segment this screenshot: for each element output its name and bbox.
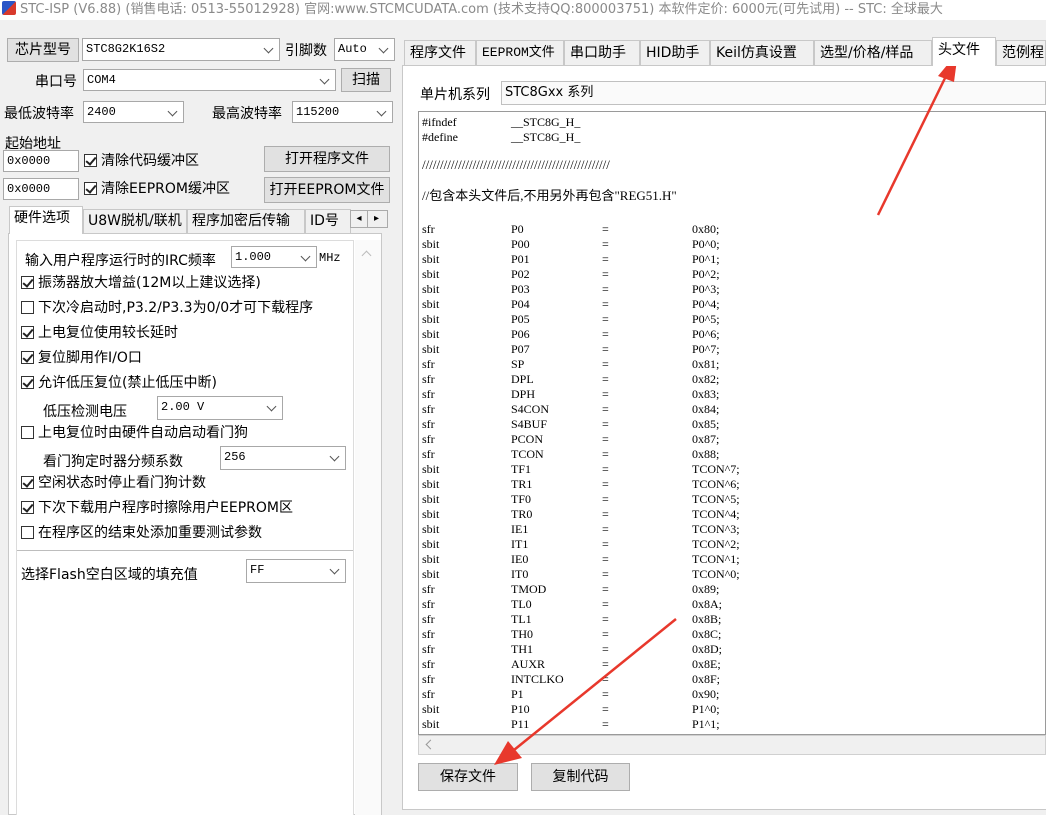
annotation-arrows bbox=[494, 52, 958, 765]
tab-header-file[interactable]: 头文件 bbox=[932, 37, 996, 66]
arrow-shaft bbox=[876, 71, 950, 216]
arrow-to-save-button bbox=[494, 618, 677, 765]
tab-hardware-options[interactable]: 硬件选项 bbox=[9, 206, 83, 234]
arrow-shaft bbox=[513, 618, 677, 751]
arrow-to-header-tab bbox=[876, 52, 958, 216]
arrow-head bbox=[494, 741, 522, 765]
